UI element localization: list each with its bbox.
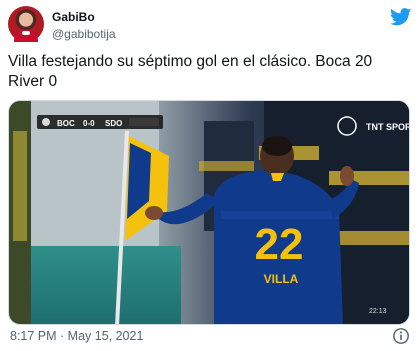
info-icon[interactable] (392, 327, 410, 345)
tweet-media-video[interactable]: 22 VILLA BOC 0-0 SDO TNT SPORTS 22:13 (8, 100, 410, 325)
reflective-stripe (339, 231, 409, 245)
jersey-shade (221, 211, 339, 219)
video-frame: 22 VILLA BOC 0-0 SDO TNT SPORTS 22:13 (9, 101, 410, 324)
tweet-text-line-2: River 0 (8, 73, 58, 90)
player-right-hand (340, 166, 354, 186)
league-icon (42, 118, 50, 126)
tweet-text-line-1: Villa festejando su séptimo gol en el cl… (8, 53, 373, 70)
tweet-footer: 8:17 PM · May 15, 2021 (8, 325, 412, 347)
tweet-text: Villa festejando su séptimo gol en el cl… (8, 52, 408, 92)
avatar-shirt-band (22, 31, 30, 35)
tweet-header: GabiBo @gabibotija (8, 6, 412, 44)
author-handle[interactable]: @gabibotija (52, 27, 116, 41)
scorebug-away-team: SDO (105, 119, 122, 128)
tweet-card: GabiBo @gabibotija Villa festejando su s… (0, 0, 420, 351)
jersey-number: 22 (255, 220, 304, 269)
scorebug-clock (129, 118, 159, 126)
left-yellow-blur (13, 131, 27, 241)
tweet-timestamp[interactable]: 8:17 PM · May 15, 2021 (10, 329, 143, 343)
ad-board (31, 246, 181, 324)
jersey-name: VILLA (264, 272, 299, 286)
scorebug-score: 0-0 (83, 119, 95, 128)
twitter-bird-icon[interactable] (390, 8, 412, 26)
clip-time: 22:13 (369, 308, 387, 315)
scorebug-home-team: BOC (57, 119, 75, 128)
player-left-hand (145, 206, 163, 220)
author-display-name[interactable]: GabiBo (52, 10, 95, 24)
player-hair (262, 136, 292, 156)
broadcaster-logo: TNT SPORTS (366, 122, 410, 132)
avatar[interactable] (8, 6, 44, 42)
scorebug: BOC 0-0 SDO (37, 115, 163, 129)
reflective-stripe (199, 161, 254, 171)
